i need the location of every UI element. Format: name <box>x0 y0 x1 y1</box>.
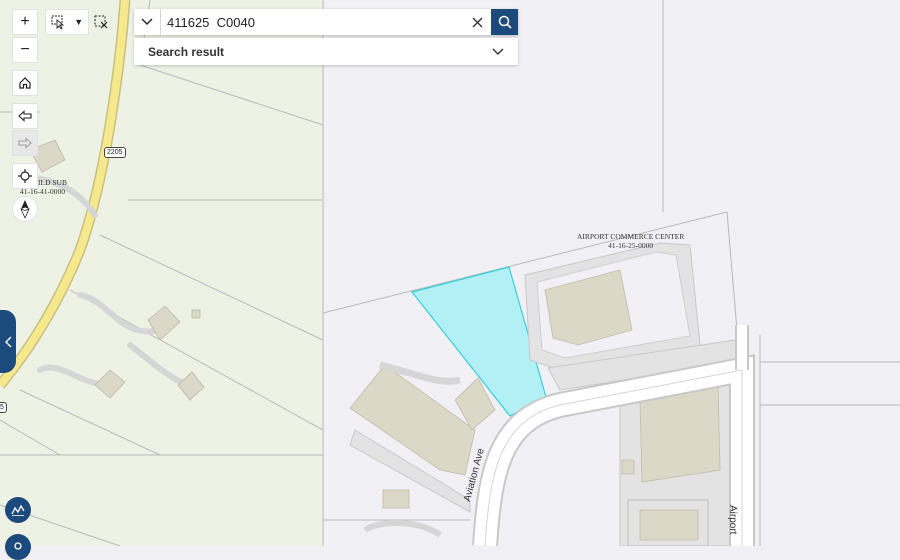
home-button[interactable] <box>12 70 38 96</box>
location-button[interactable] <box>5 534 31 560</box>
search-source-dropdown[interactable] <box>134 9 161 35</box>
minus-icon: − <box>20 41 30 58</box>
commerce-id: 41-16-25-0000 <box>608 241 654 250</box>
close-icon <box>472 17 482 27</box>
commerce-name: AIRPORT COMMERCE CENTER <box>577 232 685 241</box>
compass-icon <box>20 200 30 218</box>
arrow-right-icon <box>18 137 32 149</box>
pin-icon <box>14 542 22 550</box>
clear-selection-icon <box>94 15 108 29</box>
search-bar <box>134 9 518 35</box>
chevron-down-icon: ▼ <box>74 17 84 27</box>
home-icon <box>19 77 31 89</box>
airport-street-label: Airport <box>727 505 738 535</box>
search-result-panel[interactable]: Search result <box>134 38 518 65</box>
select-tool-button[interactable]: ▼ <box>45 9 89 35</box>
compass-button[interactable] <box>12 196 38 222</box>
chevron-down-icon <box>492 48 504 55</box>
chevron-left-icon <box>4 336 11 347</box>
search-button[interactable] <box>491 9 518 35</box>
zoom-in-button[interactable]: + <box>12 9 38 35</box>
analysis-button[interactable] <box>5 497 31 523</box>
zoom-out-button[interactable]: − <box>12 37 38 63</box>
commerce-center-label: AIRPORT COMMERCE CENTER 41-16-25-0000 <box>577 232 684 250</box>
crosshair-icon <box>18 169 32 183</box>
route-shield: 2205 <box>104 147 126 158</box>
map-canvas[interactable] <box>0 0 900 546</box>
search-icon <box>498 15 512 29</box>
side-panel-toggle[interactable] <box>0 310 16 373</box>
plus-icon: + <box>20 13 30 30</box>
back-button[interactable] <box>12 103 38 129</box>
select-pointer-icon <box>51 15 65 29</box>
clear-search-button[interactable] <box>463 9 491 35</box>
clear-selection-button[interactable] <box>88 9 114 35</box>
search-input[interactable] <box>161 9 463 35</box>
forward-button[interactable] <box>12 130 38 156</box>
arrow-left-icon <box>18 110 32 122</box>
chevron-down-icon <box>141 18 153 25</box>
route-shield-edge: 5 <box>0 402 7 413</box>
chart-icon <box>11 504 25 516</box>
locate-button[interactable] <box>12 163 38 189</box>
search-result-label: Search result <box>148 44 225 59</box>
